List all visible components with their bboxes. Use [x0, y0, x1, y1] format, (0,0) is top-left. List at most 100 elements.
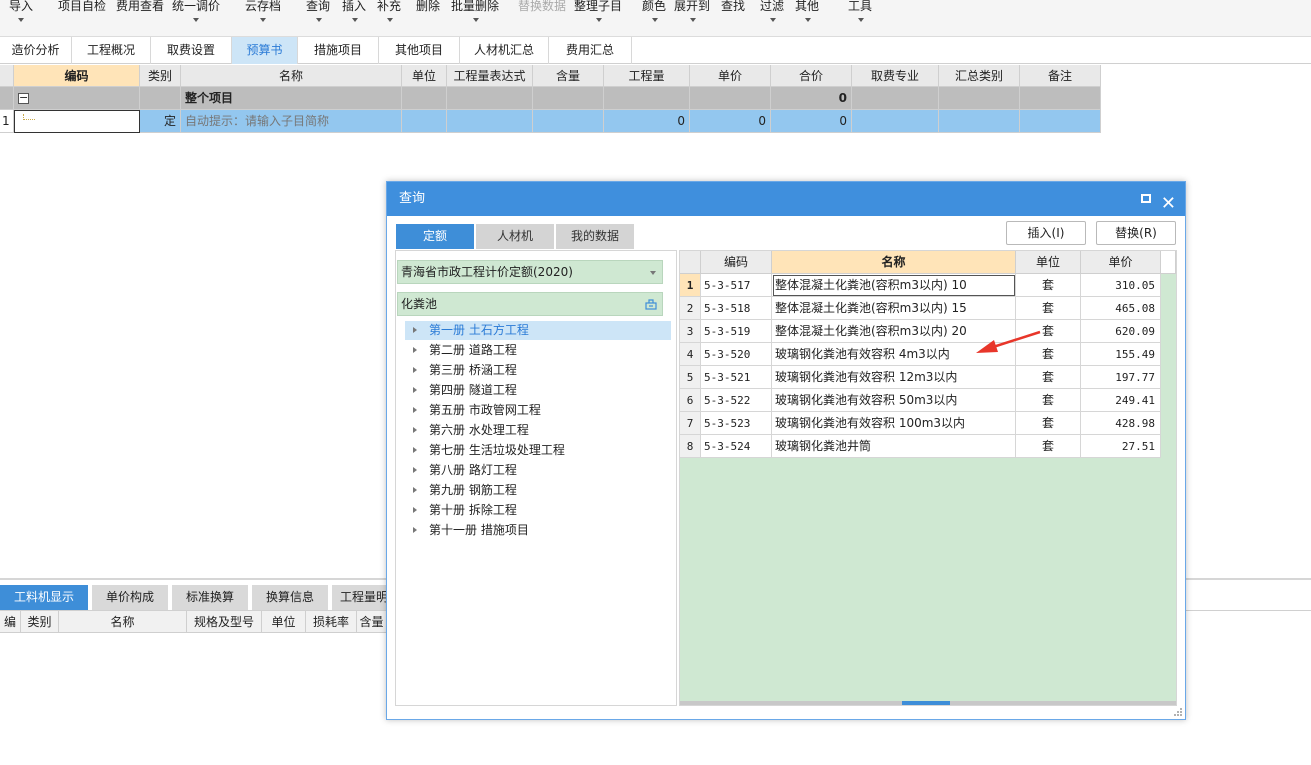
- row-number: 1: [0, 110, 14, 133]
- expand-arrow-icon[interactable]: [413, 407, 417, 413]
- bottom-col-type[interactable]: 类别: [21, 611, 59, 633]
- root-project-name: 整个项目: [181, 87, 402, 110]
- tab-cost-summary[interactable]: 费用汇总: [549, 37, 632, 64]
- scrollbar-thumb[interactable]: [902, 701, 950, 705]
- tab-quota[interactable]: 定额: [396, 224, 474, 249]
- insert-button[interactable]: 插入: [342, 0, 366, 14]
- tree-item-book-3[interactable]: 第三册 桥涵工程: [405, 361, 671, 380]
- expand-arrow-icon[interactable]: [413, 507, 417, 513]
- col-unit-price-header[interactable]: 单价: [690, 65, 771, 87]
- other-button[interactable]: 其他: [795, 0, 819, 14]
- table-row[interactable]: 1 定 自动提示：请输入子目简称 0 0 0: [0, 110, 1101, 133]
- maximize-icon[interactable]: [1141, 194, 1151, 203]
- tree-item-book-7[interactable]: 第七册 生活垃圾处理工程: [405, 441, 671, 460]
- filter-button[interactable]: 过滤: [760, 0, 784, 14]
- col-remarks-header[interactable]: 备注: [1020, 65, 1101, 87]
- expand-arrow-icon[interactable]: [413, 467, 417, 473]
- replace-button[interactable]: 替换(R): [1096, 221, 1176, 245]
- bottom-col-unit[interactable]: 单位: [262, 611, 306, 633]
- replace-data-button[interactable]: 替换数据: [518, 0, 566, 14]
- bottom-col-spec[interactable]: 规格及型号: [187, 611, 262, 633]
- tree-item-book-5[interactable]: 第五册 市政管网工程: [405, 401, 671, 420]
- bottom-col-code[interactable]: 编码: [0, 611, 21, 633]
- expand-to-button[interactable]: 展开到: [674, 0, 710, 14]
- tab-measures[interactable]: 措施项目: [298, 37, 379, 64]
- expand-arrow-icon[interactable]: [413, 427, 417, 433]
- unit-price-cell[interactable]: 0: [690, 110, 771, 133]
- self-check-button[interactable]: 项目自检: [58, 0, 106, 14]
- search-icon[interactable]: [645, 298, 657, 310]
- find-button[interactable]: 查找: [721, 0, 745, 14]
- tab-fee-settings[interactable]: 取费设置: [151, 37, 232, 64]
- tree-item-book-2[interactable]: 第二册 道路工程: [405, 341, 671, 360]
- delete-button[interactable]: 删除: [416, 0, 440, 14]
- col-name-header[interactable]: 名称: [181, 65, 402, 87]
- col-unit-header[interactable]: 单位: [402, 65, 447, 87]
- results-col-name[interactable]: 名称: [772, 251, 1016, 274]
- col-type-header[interactable]: 类别: [140, 65, 181, 87]
- bottom-col-content[interactable]: 含量: [357, 611, 387, 633]
- col-code-header[interactable]: 编码: [14, 65, 140, 87]
- tab-standard-conversion[interactable]: 标准换算: [172, 585, 250, 610]
- col-quantity-header[interactable]: 工程量: [604, 65, 690, 87]
- tab-unit-price-composition[interactable]: 单价构成: [92, 585, 170, 610]
- tab-labor-material-display[interactable]: 工料机显示: [0, 585, 90, 610]
- tree-item-book-6[interactable]: 第六册 水处理工程: [405, 421, 671, 440]
- tools-button[interactable]: 工具: [848, 0, 872, 14]
- tab-budget[interactable]: 预算书: [232, 37, 298, 64]
- supplement-button[interactable]: 补充: [377, 0, 401, 14]
- resize-grip-icon[interactable]: [1173, 707, 1183, 717]
- tab-other-items[interactable]: 其他项目: [379, 37, 460, 64]
- expand-arrow-icon[interactable]: [413, 327, 417, 333]
- col-fee-specialty-header[interactable]: 取费专业: [852, 65, 939, 87]
- batch-delete-button[interactable]: 批量删除: [451, 0, 499, 14]
- expand-arrow-icon[interactable]: [413, 447, 417, 453]
- tab-labor-material[interactable]: 人材机: [476, 224, 554, 249]
- code-input-cell[interactable]: [14, 110, 140, 133]
- dialog-titlebar[interactable]: 查询 ✕: [387, 182, 1185, 216]
- cloud-archive-button[interactable]: 云存档: [245, 0, 281, 14]
- cost-view-button[interactable]: 费用查看: [116, 0, 164, 14]
- expand-arrow-icon[interactable]: [413, 527, 417, 533]
- expand-arrow-icon[interactable]: [413, 367, 417, 373]
- tree-item-book-10[interactable]: 第十册 拆除工程: [405, 501, 671, 520]
- bottom-col-name[interactable]: 名称: [59, 611, 187, 633]
- col-expression-header[interactable]: 工程量表达式: [447, 65, 533, 87]
- unified-price-button[interactable]: 统一调价: [172, 0, 220, 14]
- query-button[interactable]: 查询: [306, 0, 330, 14]
- insert-button[interactable]: 插入(I): [1006, 221, 1086, 245]
- table-row[interactable]: − 整个项目 0: [0, 87, 1101, 110]
- horizontal-scrollbar[interactable]: [680, 701, 1176, 705]
- collapse-toggle-icon[interactable]: −: [18, 92, 29, 104]
- results-col-code[interactable]: 编码: [701, 251, 772, 274]
- col-summary-type-header[interactable]: 汇总类别: [939, 65, 1020, 87]
- color-button[interactable]: 颜色: [642, 0, 666, 14]
- quantity-cell[interactable]: 0: [604, 110, 690, 133]
- import-button[interactable]: 导入: [9, 0, 33, 14]
- organize-items-button[interactable]: 整理子目: [574, 0, 622, 14]
- tab-cost-analysis[interactable]: 造价分析: [0, 37, 72, 64]
- tree-item-book-8[interactable]: 第八册 路灯工程: [405, 461, 671, 480]
- dialog-title: 查询: [399, 191, 426, 206]
- expand-arrow-icon[interactable]: [413, 487, 417, 493]
- tree-item-book-9[interactable]: 第九册 钢筋工程: [405, 481, 671, 500]
- search-input[interactable]: 化粪池: [397, 292, 663, 316]
- close-icon[interactable]: ✕: [1161, 187, 1176, 221]
- bottom-col-loss-rate[interactable]: 损耗率: [306, 611, 357, 633]
- chevron-down-icon: [858, 18, 864, 22]
- tree-item-book-4[interactable]: 第四册 隧道工程: [405, 381, 671, 400]
- expand-arrow-icon[interactable]: [413, 387, 417, 393]
- tree-item-book-1[interactable]: 第一册 土石方工程: [405, 321, 671, 340]
- tab-project-overview[interactable]: 工程概况: [72, 37, 151, 64]
- col-total-header[interactable]: 合价: [771, 65, 852, 87]
- tab-my-data[interactable]: 我的数据: [556, 224, 634, 249]
- expand-arrow-icon[interactable]: [413, 347, 417, 353]
- tab-conversion-info[interactable]: 换算信息: [252, 585, 330, 610]
- tab-labor-material-summary[interactable]: 人材机汇总: [460, 37, 549, 64]
- tree-item-book-11[interactable]: 第十一册 措施项目: [405, 521, 671, 540]
- quota-library-select[interactable]: 青海省市政工程计价定额(2020): [397, 260, 663, 284]
- col-content-header[interactable]: 含量: [533, 65, 604, 87]
- name-hint-cell[interactable]: 自动提示：请输入子目简称: [181, 110, 402, 133]
- results-col-price[interactable]: 单价: [1081, 251, 1161, 274]
- results-col-unit[interactable]: 单位: [1016, 251, 1081, 274]
